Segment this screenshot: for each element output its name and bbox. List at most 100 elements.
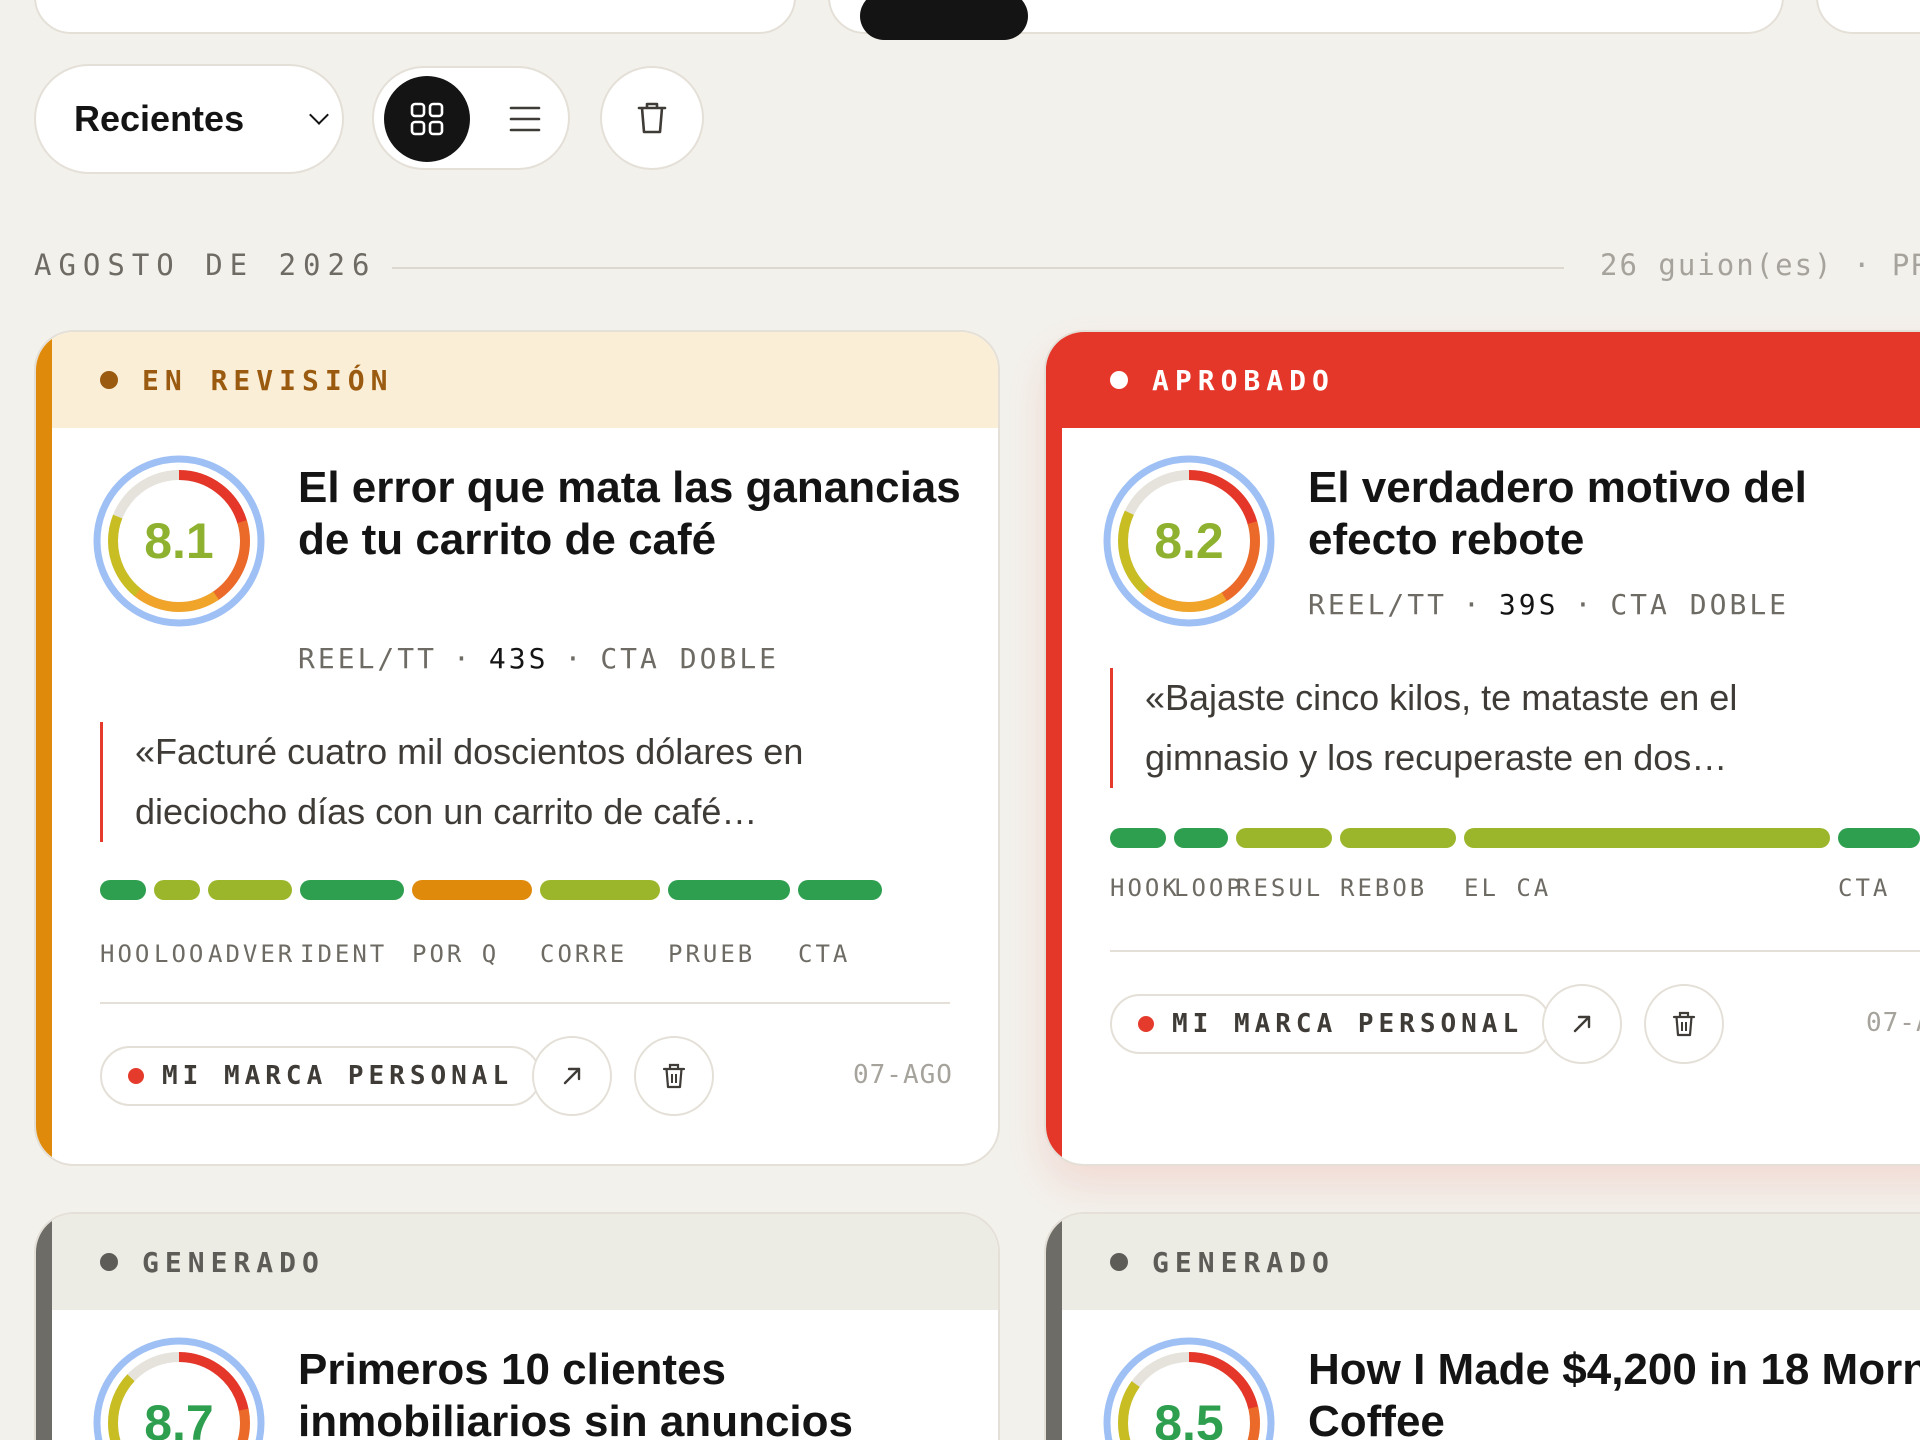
segment-label: PRUEB (668, 940, 756, 968)
status-label: APROBADO (1152, 363, 1335, 397)
status-accent (1046, 1214, 1062, 1440)
trash-button[interactable] (600, 66, 704, 170)
filter-bar[interactable] (828, 0, 1784, 40)
status-dot (1110, 371, 1128, 389)
script-card[interactable]: EN REVISIÓN 8.1 El error que mata las ga… (34, 330, 1000, 1166)
segment-label: RESUL (1236, 874, 1324, 902)
delete-button[interactable] (1644, 984, 1724, 1064)
sort-dropdown[interactable]: Recientes (34, 64, 344, 174)
script-title[interactable]: Primeros 10 clientes inmobiliarios sin a… (298, 1344, 978, 1440)
status-label: GENERADO (142, 1245, 325, 1279)
score-value: 8.7 (144, 1395, 214, 1440)
list-view-button[interactable] (486, 80, 564, 158)
card-divider (1110, 950, 1920, 952)
score-ring: 8.7 (92, 1336, 266, 1440)
script-meta: REEL/TT · 39S · CTA DOBLE (1308, 588, 1790, 621)
script-card[interactable]: GENERADO 8.5 How I Made $4,200 in 18 Mor… (1044, 1212, 1920, 1440)
hook-quote: «Facturé cuatro mil doscientos dólares e… (100, 722, 940, 842)
segment-prueba (668, 880, 790, 900)
status-dot (100, 1253, 118, 1271)
divider (392, 267, 1564, 269)
score-ring: 8.1 (92, 454, 266, 628)
script-card[interactable]: GENERADO 8.7 Primeros 10 clientes inmobi… (34, 1212, 1000, 1440)
segment-rebote (1340, 828, 1456, 848)
script-title[interactable]: El verdadero motivo del efecto rebote (1308, 462, 1920, 566)
script-title[interactable]: El error que mata las ganancias de tu ca… (298, 462, 978, 566)
card-status-header: EN REVISIÓN (36, 332, 998, 428)
segment-label: LOO (154, 940, 207, 968)
script-title[interactable]: How I Made $4,200 in 18 Mornings with a … (1308, 1344, 1920, 1440)
delete-button[interactable] (634, 1036, 714, 1116)
segment-label: HOOK (1110, 874, 1180, 902)
grid-view-button[interactable] (384, 76, 470, 162)
card-status-header: GENERADO (1046, 1214, 1920, 1310)
segment-label: CTA (1838, 874, 1891, 902)
cta-label: CTA DOBLE (1610, 588, 1790, 621)
status-dot (1110, 1253, 1128, 1271)
segment-bar: HOO LOO ADVER IDENT POR Q CORRE PRUEB CTA (100, 880, 950, 968)
status-accent (36, 1214, 52, 1440)
brand-label: MI MARCA PERSONAL (162, 1061, 514, 1091)
status-accent (36, 332, 52, 1164)
trash-icon (1672, 1011, 1696, 1037)
card-date: 07-AGO (853, 1060, 953, 1090)
segment-hook (100, 880, 146, 900)
segment-loop (154, 880, 200, 900)
card-date: 07-AGO (1866, 1008, 1920, 1038)
open-button[interactable] (1542, 984, 1622, 1064)
segment-label: ADVER (208, 940, 296, 968)
view-toggle (372, 66, 570, 170)
script-card[interactable]: APROBADO 8.2 El verdadero motivo del efe… (1044, 330, 1920, 1166)
brand-label: MI MARCA PERSONAL (1172, 1009, 1524, 1039)
segment-label: LOOP (1174, 874, 1244, 902)
status-accent (1046, 332, 1062, 1164)
segment-label: POR Q (412, 940, 500, 968)
status-label: GENERADO (1152, 1245, 1335, 1279)
card-status-header: APROBADO (1046, 332, 1920, 428)
script-meta: REEL/TT · 43S · CTA DOBLE (298, 642, 780, 675)
segment-cta (798, 880, 882, 900)
arrow-up-right-icon (1573, 1015, 1591, 1033)
segment-loop (1174, 828, 1228, 848)
cta-label: CTA DOBLE (600, 642, 780, 675)
segment-label: HOO (100, 940, 153, 968)
list-view-icon (509, 106, 541, 132)
month-heading: AGOSTO DE 2026 (34, 248, 377, 282)
segment-label: CORRE (540, 940, 628, 968)
segment-correcci-n (540, 880, 660, 900)
card-status-header: GENERADO (36, 1214, 998, 1310)
sort-label: Recientes (74, 98, 245, 139)
status-label: EN REVISIÓN (142, 363, 394, 397)
grid-view-icon (410, 102, 444, 136)
hook-quote: «Bajaste cinco kilos, te mataste en el g… (1110, 668, 1870, 788)
segment-resultado (1236, 828, 1332, 848)
brand-chip[interactable]: MI MARCA PERSONAL (100, 1046, 542, 1106)
format-label: REEL/TT (1308, 588, 1448, 621)
arrow-up-right-icon (563, 1067, 581, 1085)
segment-cta (1838, 828, 1920, 848)
score-ring: 8.5 (1102, 1336, 1276, 1440)
segment-advertencia (208, 880, 292, 900)
segment-label: CTA (798, 940, 851, 968)
brand-dot (1138, 1016, 1154, 1032)
segment-por-qu- (412, 880, 532, 900)
brand-chip[interactable]: MI MARCA PERSONAL (1110, 994, 1552, 1054)
segment-label: IDENT (300, 940, 388, 968)
score-value: 8.2 (1154, 513, 1224, 569)
duration-label: 43S (488, 642, 549, 675)
segment-label: REBOB (1340, 874, 1428, 902)
script-count: 26 guion(es) · PROM (1600, 248, 1920, 282)
active-filter-chip[interactable] (860, 0, 1028, 40)
brand-dot (128, 1068, 144, 1084)
trash-icon (662, 1063, 686, 1089)
open-button[interactable] (532, 1036, 612, 1116)
top-action[interactable] (1816, 0, 1920, 34)
segment-el-cambio (1464, 828, 1830, 848)
score-value: 8.5 (1154, 1395, 1224, 1440)
segment-identidad (300, 880, 404, 900)
chevron-down-icon (309, 105, 329, 125)
search-field[interactable] (34, 0, 796, 34)
score-ring: 8.2 (1102, 454, 1276, 628)
segment-bar: HOOK LOOP RESUL REBOB EL CA CTA (1110, 828, 1920, 902)
card-divider (100, 1002, 950, 1004)
